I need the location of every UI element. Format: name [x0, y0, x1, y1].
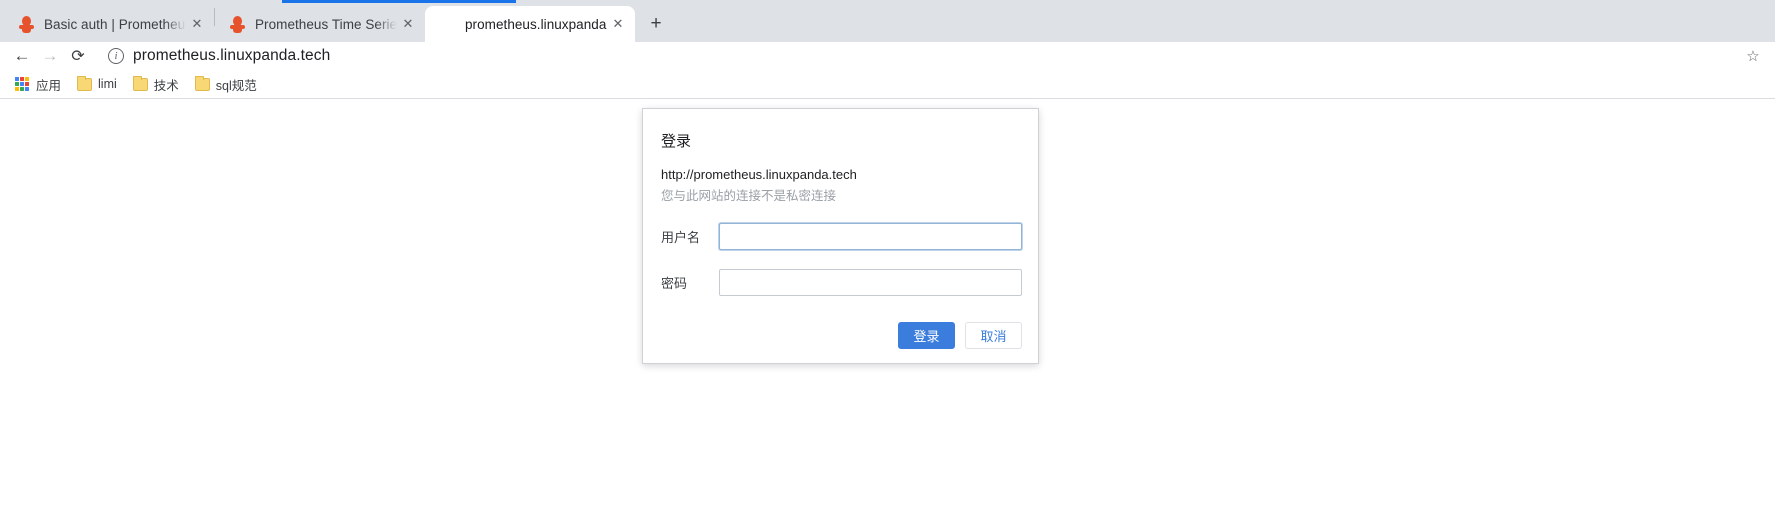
tab-title: Prometheus Time Series Colle [255, 16, 397, 32]
new-tab-button[interactable]: + [641, 9, 671, 39]
folder-icon [77, 75, 93, 91]
folder-icon [194, 75, 210, 91]
bookmark-item-apps[interactable]: 应用 [10, 72, 69, 96]
site-info-icon[interactable]: i [108, 48, 124, 64]
username-field-row: 用户名 [659, 223, 1022, 250]
folder-icon [132, 75, 148, 91]
back-icon[interactable]: ← [8, 42, 36, 70]
blank-favicon-icon [439, 16, 456, 33]
apps-grid-icon [14, 76, 30, 92]
bookmarks-bar: 应用 limi 技术 sql规范 [0, 70, 1775, 99]
tab-title: prometheus.linuxpanda.tech [465, 16, 607, 32]
tab-title: Basic auth | Prometheus [44, 16, 186, 32]
address-bar[interactable]: i prometheus.linuxpanda.tech [100, 43, 1741, 69]
bookmark-label: 应用 [36, 78, 62, 93]
tab-strip: Basic auth | Prometheus ✕ Prometheus Tim… [0, 0, 1775, 42]
dialog-security-warning: 您与此网站的连接不是私密连接 [661, 189, 837, 203]
close-icon[interactable]: ✕ [186, 13, 208, 35]
browser-toolbar: ← → ⟳ i prometheus.linuxpanda.tech ☆ [0, 42, 1775, 70]
page-content-area: 登录 http://prometheus.linuxpanda.tech 您与此… [0, 99, 1775, 521]
password-field-row: 密码 [659, 269, 1022, 296]
close-icon[interactable]: ✕ [607, 13, 629, 35]
username-label: 用户名 [661, 230, 701, 245]
bookmark-item-limi[interactable]: limi [73, 72, 125, 96]
dialog-title: 登录 [661, 133, 692, 150]
browser-tab-2[interactable]: Prometheus Time Series Colle ✕ [215, 6, 425, 42]
reload-icon[interactable]: ⟳ [64, 42, 92, 70]
username-input[interactable] [719, 223, 1022, 250]
prometheus-icon [18, 15, 35, 33]
password-input[interactable] [719, 269, 1022, 296]
bookmark-item-sql[interactable]: sql规范 [191, 72, 265, 96]
basic-auth-dialog: 登录 http://prometheus.linuxpanda.tech 您与此… [642, 108, 1039, 364]
forward-icon[interactable]: → [36, 42, 64, 70]
sign-in-button[interactable]: 登录 [898, 322, 955, 349]
bookmark-label: sql规范 [215, 78, 257, 93]
dialog-action-row: 登录 取消 [659, 322, 1022, 349]
bookmark-star-icon[interactable]: ☆ [1741, 44, 1765, 68]
cancel-button[interactable]: 取消 [965, 322, 1022, 349]
browser-tab-1[interactable]: Basic auth | Prometheus ✕ [4, 6, 214, 42]
bookmark-label: 技术 [153, 78, 179, 93]
browser-tab-3-active[interactable]: prometheus.linuxpanda.tech ✕ [425, 6, 635, 42]
bookmark-item-tech[interactable]: 技术 [129, 72, 187, 96]
dialog-url: http://prometheus.linuxpanda.tech [661, 167, 857, 182]
address-bar-url: prometheus.linuxpanda.tech [133, 47, 331, 64]
prometheus-icon [229, 15, 246, 33]
active-tab-accent-bar [282, 0, 516, 3]
password-label: 密码 [661, 276, 688, 291]
bookmark-label: limi [98, 77, 117, 91]
close-icon[interactable]: ✕ [397, 13, 419, 35]
